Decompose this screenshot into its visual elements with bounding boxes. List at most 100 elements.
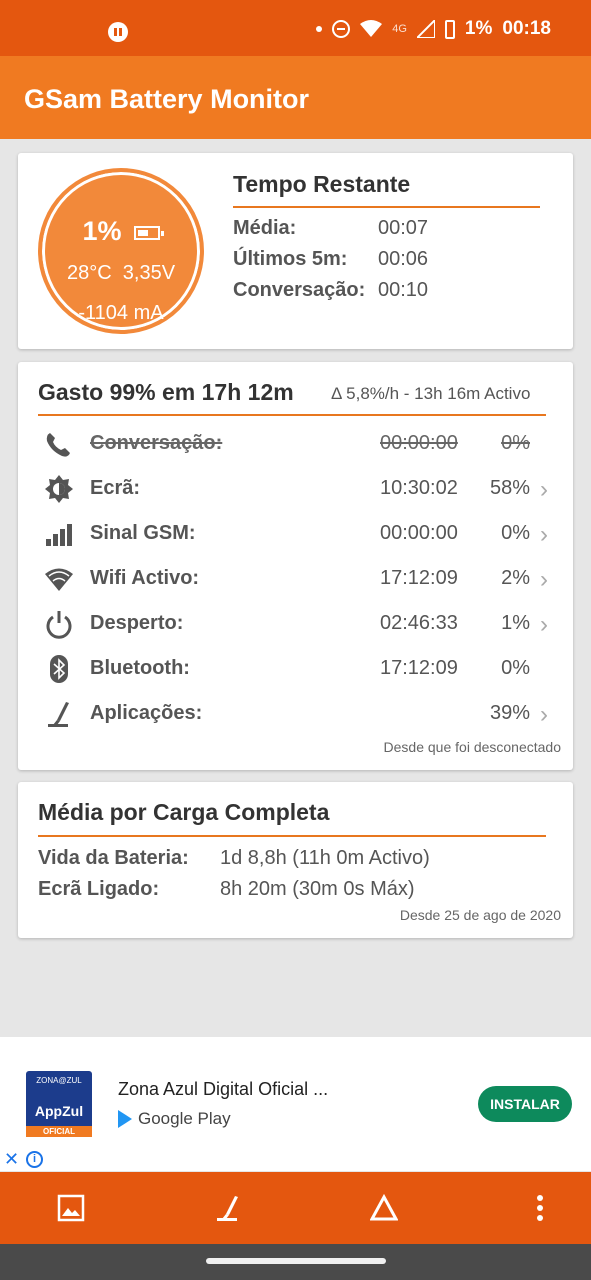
power-icon [44, 609, 74, 639]
remaining-divider [233, 206, 540, 208]
apps-usage-icon[interactable] [210, 1190, 246, 1226]
usage-row-call: Conversação: 00:00:00 0% [38, 427, 563, 463]
usage-footnote: Desde que foi desconectado [383, 739, 561, 755]
apps-icon [44, 699, 74, 729]
usage-percent: 39% [489, 702, 530, 724]
usage-label: Aplicações: [90, 702, 203, 724]
average-title: Média por Carga Completa [38, 799, 330, 825]
notification-dot-icon [316, 26, 323, 32]
bluetooth-icon [44, 654, 74, 684]
usage-percent: 0% [501, 432, 530, 454]
battery-icon [133, 225, 164, 240]
ad-app-name[interactable]: Zona Azul Digital Oficial ... [118, 1079, 328, 1100]
usage-time: 00:00:00 [380, 522, 458, 544]
chevron-right-icon: › [540, 476, 548, 503]
average-footnote: Desde 25 de ago de 2020 [399, 907, 561, 923]
usage-rate: Δ 5,8%/h - 13h 16m Activo [331, 384, 531, 403]
remaining-value: 00:07 [378, 217, 429, 239]
image-icon[interactable] [53, 1190, 89, 1226]
chevron-right-icon: › [540, 566, 548, 593]
wifi-status-icon [360, 20, 383, 37]
usage-percent: 1% [501, 612, 530, 634]
usage-label: Bluetooth: [90, 657, 190, 679]
home-gesture-handle[interactable] [206, 1258, 386, 1264]
battery-status-icon [444, 19, 455, 39]
brightness-icon [44, 474, 74, 504]
average-value: 8h 20m (30m 0s Máx) [220, 878, 415, 900]
usage-row-gsm[interactable]: Sinal GSM: 00:00:00 0% › [38, 517, 563, 553]
ad-logo-badge: OFICIAL [26, 1126, 92, 1137]
ad-logo-text: ZONA@ZUL [36, 1076, 82, 1085]
chevron-right-icon: › [540, 701, 548, 728]
remaining-list: Média: 00:07 Últimos 5m: 00:06 Conversaç… [233, 217, 553, 317]
usage-time: 17:12:09 [380, 657, 458, 679]
ad-store-label: Google Play [138, 1109, 231, 1128]
usage-label: Desperto: [90, 612, 184, 634]
usage-label: Conversação: [90, 432, 223, 454]
gauge-current: -1104 mA [78, 302, 164, 324]
usage-row-bluetooth: Bluetooth: 17:12:09 0% [38, 652, 563, 688]
status-bar: 4G 1% 00:18 [0, 0, 591, 56]
delta-icon[interactable] [366, 1190, 402, 1226]
usage-label: Sinal GSM: [90, 522, 196, 544]
chevron-right-icon: › [540, 611, 548, 638]
gauge-percent: 1% [42, 216, 200, 247]
remaining-label: Últimos 5m: [233, 248, 348, 270]
do-not-disturb-icon [332, 20, 351, 38]
usage-time: 02:46:33 [380, 612, 458, 634]
average-value: 1d 8,8h (11h 0m Activo) [220, 847, 430, 869]
usage-title: Gasto 99% em 17h 12m [38, 379, 294, 405]
remaining-label: Conversação: [233, 279, 366, 301]
clock: 00:18 [502, 18, 551, 39]
info-icon[interactable]: i [26, 1151, 43, 1168]
usage-divider [38, 414, 546, 416]
battery-summary-card[interactable]: 1% 28°C 3,35V -1104 mA Tempo Restante Mé… [18, 153, 573, 349]
remaining-value: 00:10 [378, 279, 429, 301]
close-icon[interactable]: ✕ [4, 1149, 19, 1170]
average-card: Média por Carga Completa Vida da Bateria… [18, 782, 573, 938]
remaining-label: Média: [233, 217, 297, 239]
cell-signal-icon [416, 20, 435, 38]
usage-label: Wifi Activo: [90, 567, 200, 589]
usage-time: 10:30:02 [380, 477, 458, 499]
usage-label: Ecrã: [90, 477, 141, 499]
usage-row-awake[interactable]: Desperto: 02:46:33 1% › [38, 607, 563, 643]
usage-time: 00:00:00 [380, 432, 458, 454]
more-options-icon[interactable] [522, 1190, 558, 1226]
gauge-temp-voltage: 28°C 3,35V [66, 262, 176, 284]
battery-percent: 1% [464, 18, 493, 39]
usage-row-wifi[interactable]: Wifi Activo: 17:12:09 2% › [38, 562, 563, 598]
average-divider [38, 835, 546, 837]
chevron-right-icon: › [540, 521, 548, 548]
install-button[interactable]: INSTALAR [478, 1086, 572, 1122]
bottom-toolbar [0, 1172, 591, 1244]
usage-card: Gasto 99% em 17h 12m Δ 5,8%/h - 13h 16m … [18, 362, 573, 770]
remaining-value: 00:06 [378, 248, 429, 270]
usage-percent: 58% [489, 477, 530, 499]
signal-icon [44, 519, 74, 549]
remaining-title: Tempo Restante [233, 171, 411, 197]
average-label: Ecrã Ligado: [38, 878, 160, 900]
usage-row-screen[interactable]: Ecrã: 10:30:02 58% › [38, 472, 563, 508]
usage-percent: 2% [501, 567, 530, 589]
google-play-icon [118, 1110, 132, 1128]
network-type: 4G [392, 23, 407, 35]
pause-icon [108, 22, 128, 42]
app-bar: GSam Battery Monitor [0, 56, 591, 139]
wifi-icon [44, 564, 74, 594]
usage-time: 17:12:09 [380, 567, 458, 589]
ad-app-logo[interactable]: ZONA@ZUL AppZul OFICIAL [26, 1071, 92, 1137]
phone-icon [44, 429, 74, 459]
ad-store: Google Play [118, 1109, 231, 1129]
ad-logo-name: AppZul [34, 1103, 84, 1119]
average-list: Vida da Bateria: 1d 8,8h (11h 0m Activo)… [38, 847, 558, 911]
ad-banner[interactable]: ZONA@ZUL AppZul OFICIAL Zona Azul Digita… [0, 1037, 591, 1171]
status-icons: 4G 1% 00:18 [316, 18, 551, 40]
usage-percent: 0% [501, 522, 530, 544]
system-nav-bar [0, 1244, 591, 1280]
app-title: GSam Battery Monitor [24, 84, 310, 114]
battery-gauge: 1% 28°C 3,35V -1104 mA [38, 168, 204, 334]
average-label: Vida da Bateria: [38, 847, 189, 869]
usage-row-apps[interactable]: Aplicações: 39% › [38, 697, 563, 733]
usage-percent: 0% [501, 657, 530, 679]
